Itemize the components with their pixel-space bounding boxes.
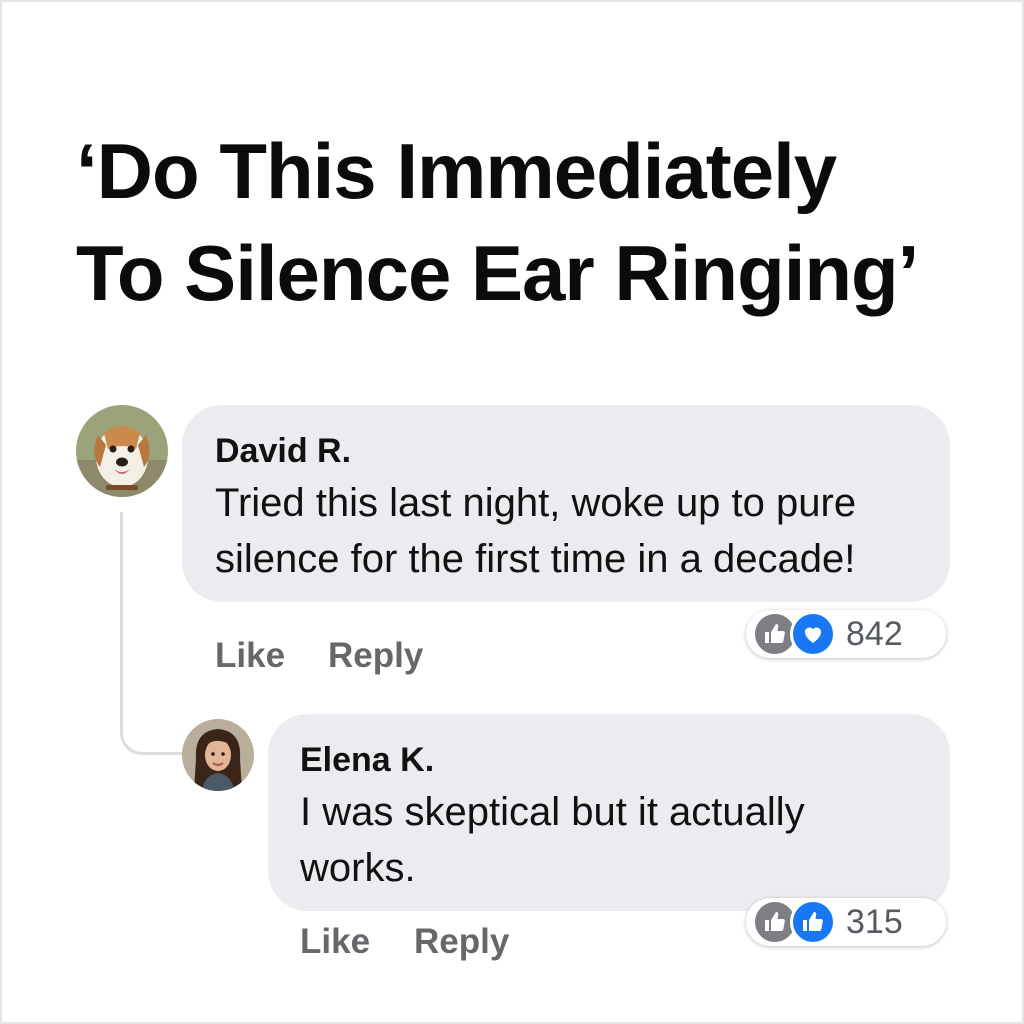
reply-button[interactable]: Reply: [328, 636, 423, 676]
woman-avatar-icon[interactable]: [182, 719, 254, 791]
reaction-summary[interactable]: 315: [746, 898, 946, 946]
like-reaction-icon: [790, 899, 836, 945]
headline-line-1: ‘Do This Immediately: [76, 127, 837, 215]
comment-author[interactable]: David R.: [215, 432, 351, 471]
comment-bubble: David R. Tried this last night, woke up …: [182, 405, 950, 602]
reaction-count: 842: [846, 614, 903, 653]
reply-button[interactable]: Reply: [414, 922, 509, 962]
dog-avatar-icon[interactable]: [76, 405, 168, 497]
like-button[interactable]: Like: [215, 636, 285, 676]
reply-bubble: Elena K. I was skeptical but it actually…: [268, 714, 950, 911]
love-reaction-icon: [790, 611, 836, 657]
reaction-summary[interactable]: 842: [746, 610, 946, 658]
comment-text-line: silence for the first time in a decade!: [215, 537, 856, 581]
reply-thread-connector: [120, 512, 183, 755]
comment-text-line: works.: [300, 846, 416, 890]
like-button[interactable]: Like: [300, 922, 370, 962]
post-headline: ‘Do This Immediately To Silence Ear Ring…: [76, 120, 976, 324]
comment-text: I was skeptical but it actually works.: [300, 784, 805, 896]
comment-text: Tried this last night, woke up to pure s…: [215, 475, 856, 587]
comment-author[interactable]: Elena K.: [300, 741, 434, 780]
comment-text-line: I was skeptical but it actually: [300, 790, 805, 834]
reaction-count: 315: [846, 902, 903, 941]
headline-line-2: To Silence Ear Ringing’: [76, 229, 919, 317]
post-frame: ‘Do This Immediately To Silence Ear Ring…: [0, 0, 1024, 1024]
comment-text-line: Tried this last night, woke up to pure: [215, 481, 857, 525]
